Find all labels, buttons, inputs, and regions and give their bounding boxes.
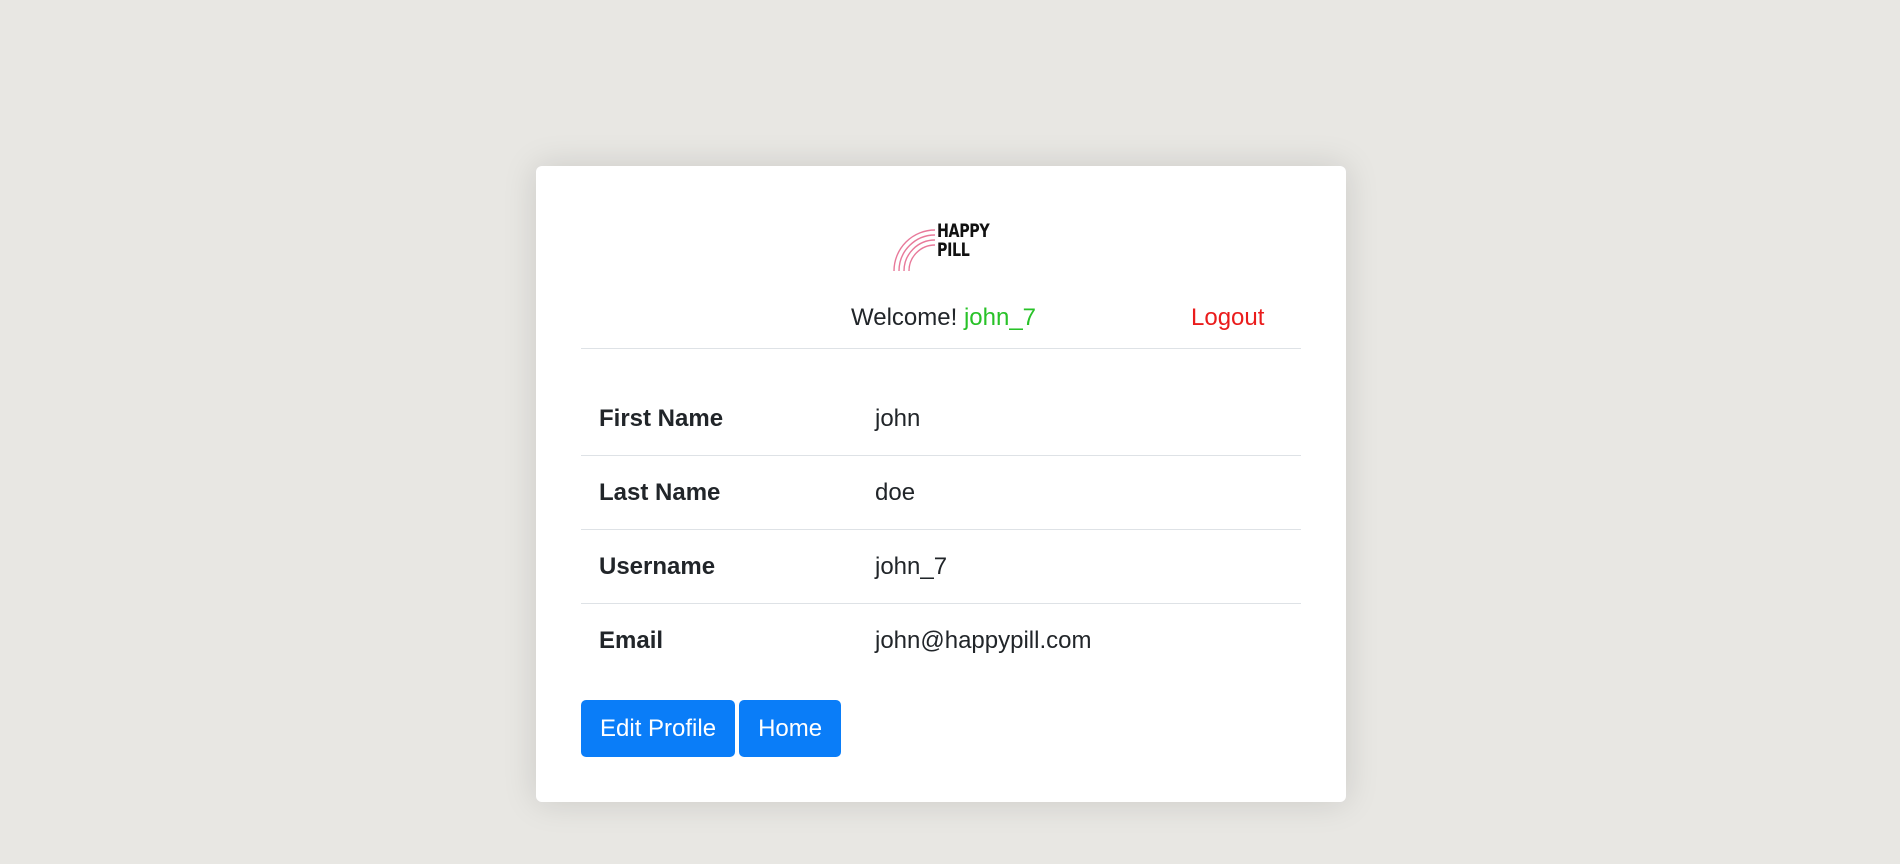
profile-table: First Name john Last Name doe Username j…	[581, 382, 1301, 677]
last-name-value: doe	[857, 455, 1301, 530]
welcome-message: Welcome! john_7	[851, 304, 1036, 332]
home-button[interactable]: Home	[739, 700, 842, 757]
logout-link[interactable]: Logout	[1191, 304, 1264, 332]
username-value: john_7	[857, 529, 1301, 604]
table-row: Last Name doe	[581, 455, 1301, 530]
email-value: john@happypill.com	[857, 603, 1301, 677]
welcome-text: Welcome!	[851, 304, 958, 331]
logo-wordmark: HAPPY PILL	[937, 222, 990, 261]
rainbow-arcs-icon	[893, 229, 936, 272]
email-label: Email	[581, 603, 857, 677]
logo-line-2: PILL	[937, 239, 970, 261]
table-row: First Name john	[581, 382, 1301, 456]
happy-pill-logo: HAPPY PILL	[892, 222, 1002, 274]
profile-card: HAPPY PILL Welcome! john_7 Logout First …	[536, 166, 1346, 802]
action-buttons: Edit Profile Home	[581, 700, 845, 757]
table-row: Username john_7	[581, 529, 1301, 604]
username-label: Username	[581, 529, 857, 604]
welcome-username: john_7	[963, 304, 1037, 331]
edit-profile-button[interactable]: Edit Profile	[581, 700, 736, 757]
last-name-label: Last Name	[581, 455, 857, 530]
welcome-bar: Welcome! john_7 Logout	[581, 292, 1301, 349]
first-name-value: john	[875, 404, 921, 432]
first-name-label: First Name	[599, 404, 724, 432]
table-row: Email john@happypill.com	[581, 603, 1301, 677]
